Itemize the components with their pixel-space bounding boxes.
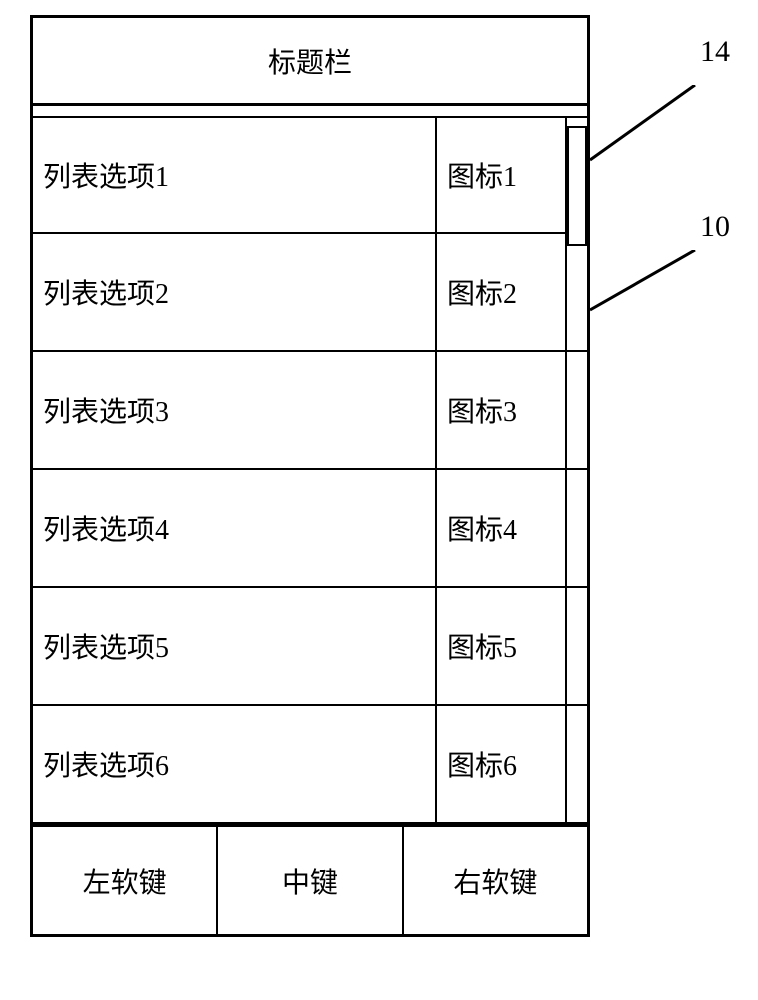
list-item-icon: 图标3 (437, 352, 567, 468)
list-item[interactable]: 列表选项2 图标2 (33, 234, 587, 352)
list-item-label: 列表选项4 (33, 470, 437, 586)
list-item[interactable]: 列表选项6 图标6 (33, 706, 587, 824)
list-item-label: 列表选项5 (33, 588, 437, 704)
left-softkey[interactable]: 左软键 (33, 827, 218, 934)
callout-label-14: 14 (700, 35, 730, 69)
list-item-icon: 图标4 (437, 470, 567, 586)
softkey-bar: 左软键 中键 右软键 (33, 824, 587, 934)
list-item-icon: 图标1 (437, 118, 567, 232)
right-softkey-label: 右软键 (453, 861, 537, 901)
center-softkey-label: 中键 (282, 861, 338, 901)
title-text: 标题栏 (268, 41, 352, 81)
list-area: 列表选项1 图标1 列表选项2 图标2 列表选项3 图标3 列表选项4 图标4 … (33, 116, 587, 824)
list-item[interactable]: 列表选项5 图标5 (33, 588, 587, 706)
right-softkey[interactable]: 右软键 (404, 827, 587, 934)
left-softkey-label: 左软键 (83, 861, 167, 901)
list-item[interactable]: 列表选项1 图标1 (33, 116, 587, 234)
list-item[interactable]: 列表选项4 图标4 (33, 470, 587, 588)
list-item-icon: 图标5 (437, 588, 567, 704)
phone-ui-frame: 标题栏 列表选项1 图标1 列表选项2 图标2 列表选项3 图标3 列表选项4 … (30, 15, 590, 937)
callout-line-icon (590, 250, 710, 340)
callout-label-10: 10 (700, 210, 730, 244)
list-item-label: 列表选项1 (33, 118, 437, 232)
list-item-label: 列表选项2 (33, 234, 437, 350)
list-item-icon: 图标6 (437, 706, 567, 822)
list-item-label: 列表选项3 (33, 352, 437, 468)
list-item-icon: 图标2 (437, 234, 567, 350)
scrollbar-thumb[interactable] (567, 126, 587, 246)
callout-line-icon (590, 85, 710, 175)
title-bar: 标题栏 (33, 18, 587, 106)
list-item-label: 列表选项6 (33, 706, 437, 822)
list-item[interactable]: 列表选项3 图标3 (33, 352, 587, 470)
center-softkey[interactable]: 中键 (218, 827, 403, 934)
